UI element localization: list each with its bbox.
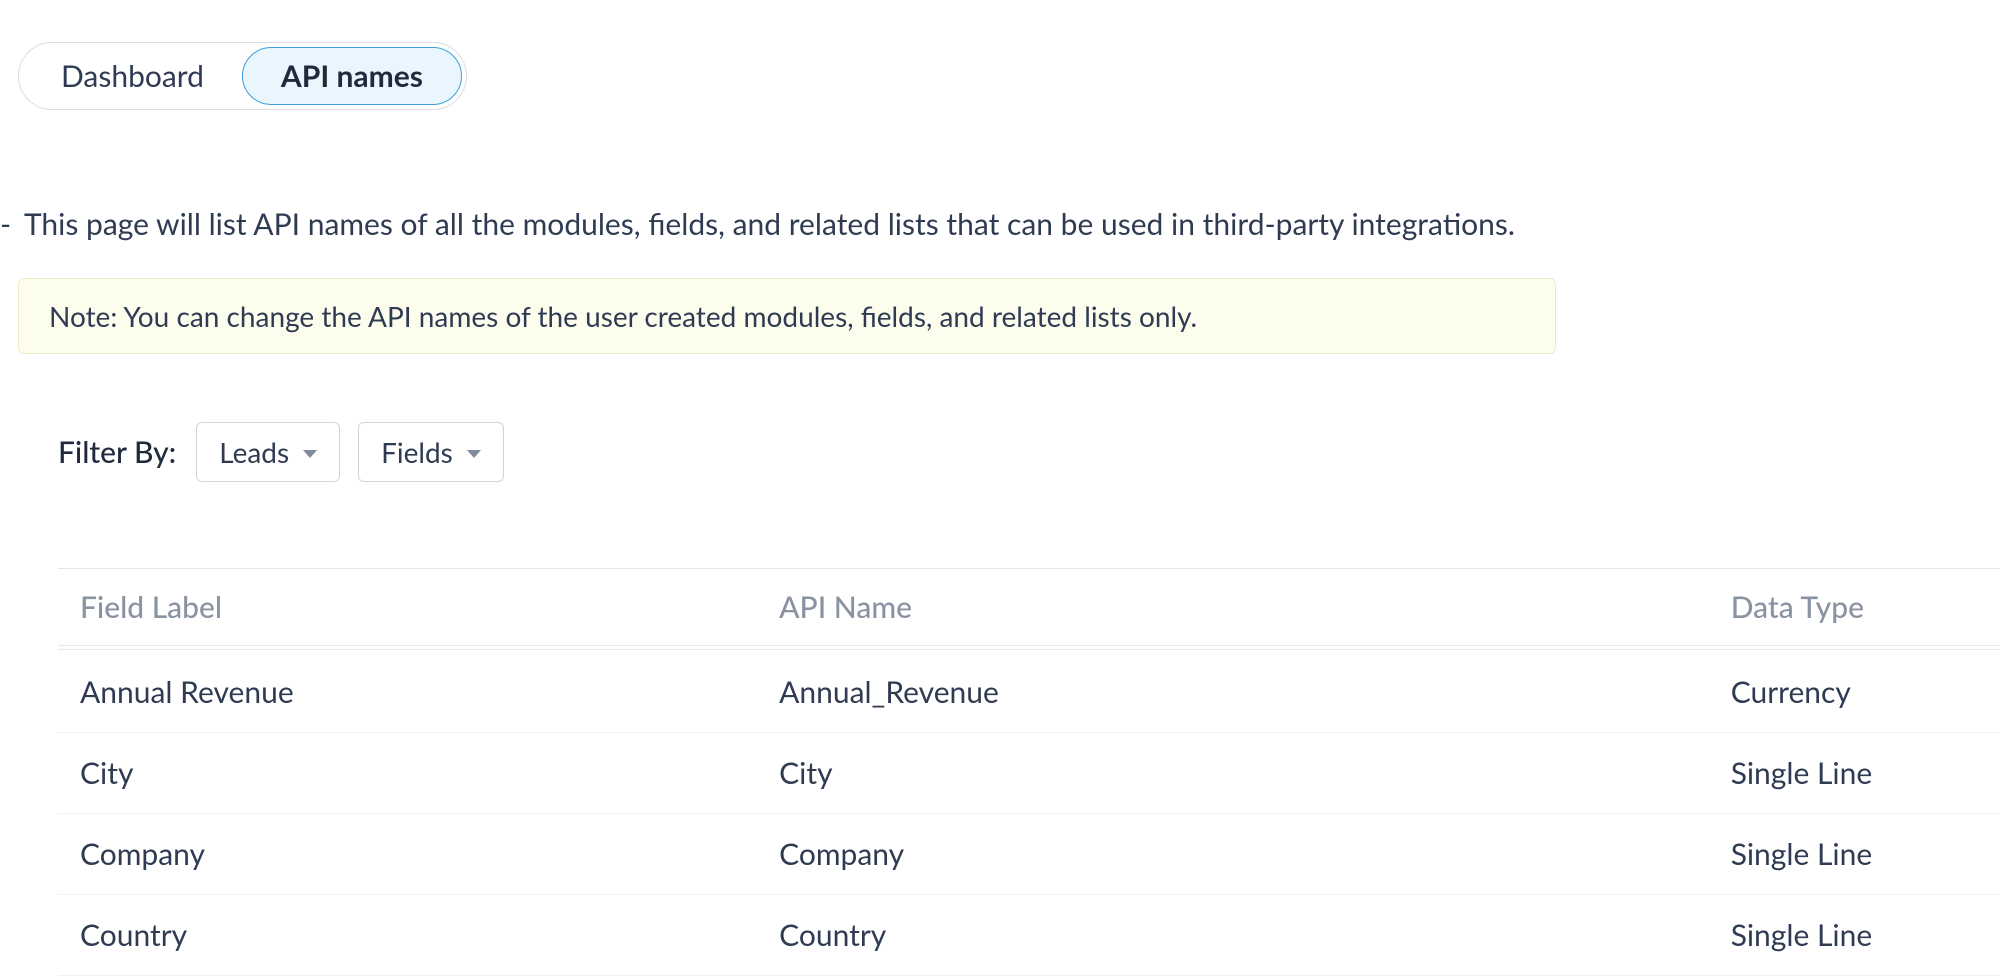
api-names-table: Field Label API Name Data Type Annual Re… [58, 568, 2000, 976]
page-description: - This page will list API names of all t… [0, 206, 1515, 242]
cell-data-type: Single Line [1709, 814, 2000, 895]
table-row[interactable]: CompanyCompanySingle Line [58, 814, 2000, 895]
chevron-down-icon [467, 450, 481, 458]
col-header-api-name[interactable]: API Name [757, 569, 1709, 646]
filter-row: Filter By: Leads Fields [58, 422, 504, 482]
filter-scope-value: Fields [381, 435, 453, 469]
filter-by-label: Filter By: [58, 434, 176, 470]
view-tabs-pill: Dashboard API names [18, 42, 467, 110]
col-header-field-label[interactable]: Field Label [58, 569, 757, 646]
page-description-text: This page will list API names of all the… [24, 206, 1515, 242]
cell-data-type: Currency [1709, 646, 2000, 733]
bullet-dash: - [0, 206, 11, 242]
col-header-data-type[interactable]: Data Type [1709, 569, 2000, 646]
cell-field-label: Company [58, 814, 757, 895]
cell-api-name: Annual_Revenue [757, 646, 1709, 733]
table-row[interactable]: CountryCountrySingle Line [58, 895, 2000, 976]
cell-field-label: City [58, 733, 757, 814]
tab-dashboard[interactable]: Dashboard [23, 47, 242, 105]
chevron-down-icon [303, 450, 317, 458]
table-row[interactable]: CityCitySingle Line [58, 733, 2000, 814]
cell-field-label: Country [58, 895, 757, 976]
cell-data-type: Single Line [1709, 733, 2000, 814]
cell-api-name: City [757, 733, 1709, 814]
cell-api-name: Country [757, 895, 1709, 976]
note-banner: Note: You can change the API names of th… [18, 278, 1556, 354]
tab-api-names[interactable]: API names [242, 47, 462, 105]
filter-module-value: Leads [219, 435, 289, 469]
view-tabs: Dashboard API names [18, 42, 467, 110]
table-header-row: Field Label API Name Data Type [58, 569, 2000, 646]
filter-scope-dropdown[interactable]: Fields [358, 422, 504, 482]
cell-data-type: Single Line [1709, 895, 2000, 976]
cell-field-label: Annual Revenue [58, 646, 757, 733]
filter-module-dropdown[interactable]: Leads [196, 422, 340, 482]
api-names-table-body: Annual RevenueAnnual_RevenueCurrencyCity… [58, 646, 2000, 976]
cell-api-name: Company [757, 814, 1709, 895]
table-row[interactable]: Annual RevenueAnnual_RevenueCurrency [58, 646, 2000, 733]
